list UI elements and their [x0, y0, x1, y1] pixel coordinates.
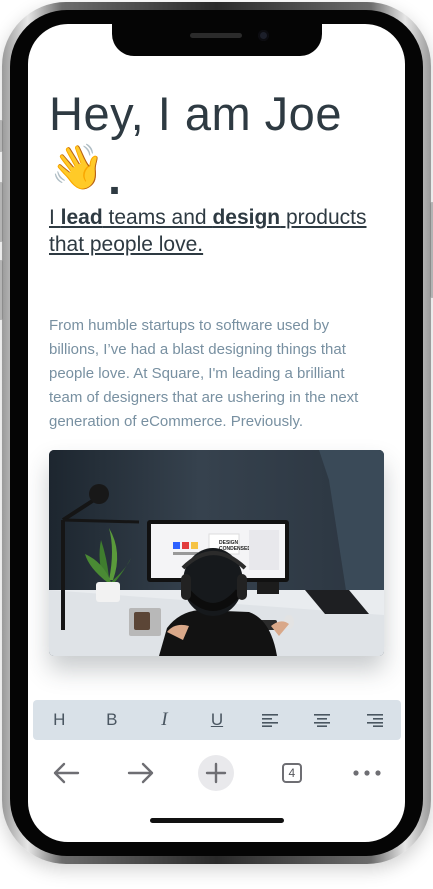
tagline: I lead teams and design products that pe… — [49, 204, 369, 258]
mute-switch — [0, 120, 3, 152]
back-button[interactable] — [44, 751, 88, 795]
phone-screen: Hey, I am Joe 👋 . I lead teams and desig… — [28, 24, 405, 842]
tabs-count: 4 — [288, 766, 296, 780]
tabs-icon: 4 — [281, 763, 302, 783]
align-right-button[interactable] — [355, 700, 395, 740]
browser-toolbar: 4 — [28, 748, 405, 798]
italic-button[interactable]: I — [144, 700, 184, 740]
align-left-button[interactable] — [250, 700, 290, 740]
volume-down-button — [0, 260, 3, 320]
bold-button[interactable]: B — [92, 700, 132, 740]
front-camera — [258, 30, 269, 41]
forward-button[interactable] — [119, 751, 163, 795]
underline-button[interactable]: U — [197, 700, 237, 740]
tagline-bold-lead: lead — [60, 206, 103, 229]
formatting-toolbar: H B I U — [33, 700, 401, 740]
waving-hand-icon: 👋 — [50, 143, 105, 192]
tabs-button[interactable]: 4 — [270, 751, 314, 795]
align-right-icon — [366, 714, 383, 727]
tagline-text: teams and — [102, 206, 213, 229]
align-center-button[interactable] — [302, 700, 342, 740]
plus-icon — [206, 762, 227, 784]
phone-notch — [112, 24, 322, 56]
align-left-icon — [261, 714, 278, 727]
workspace-photo: DESIGN CONDENSED — [49, 450, 384, 656]
back-arrow-icon — [53, 762, 79, 784]
forward-arrow-icon — [127, 762, 154, 784]
volume-up-button — [0, 182, 3, 242]
tagline-text: I — [49, 206, 61, 229]
more-button[interactable] — [345, 751, 389, 795]
workspace-photo-illustration: DESIGN CONDENSED — [49, 450, 384, 656]
heading-button[interactable]: H — [39, 700, 79, 740]
more-icon — [353, 770, 381, 776]
tagline-bold-design: design — [212, 206, 281, 229]
intro-paragraph: From humble startups to software used by… — [49, 317, 359, 430]
home-indicator[interactable] — [150, 818, 284, 823]
speaker-grille — [190, 33, 242, 38]
page-title: Hey, I am Joe — [49, 87, 342, 140]
new-tab-button[interactable] — [194, 751, 238, 795]
title-period: . — [108, 151, 122, 204]
align-center-icon — [314, 714, 331, 727]
new-tab-button-bg — [198, 755, 235, 791]
